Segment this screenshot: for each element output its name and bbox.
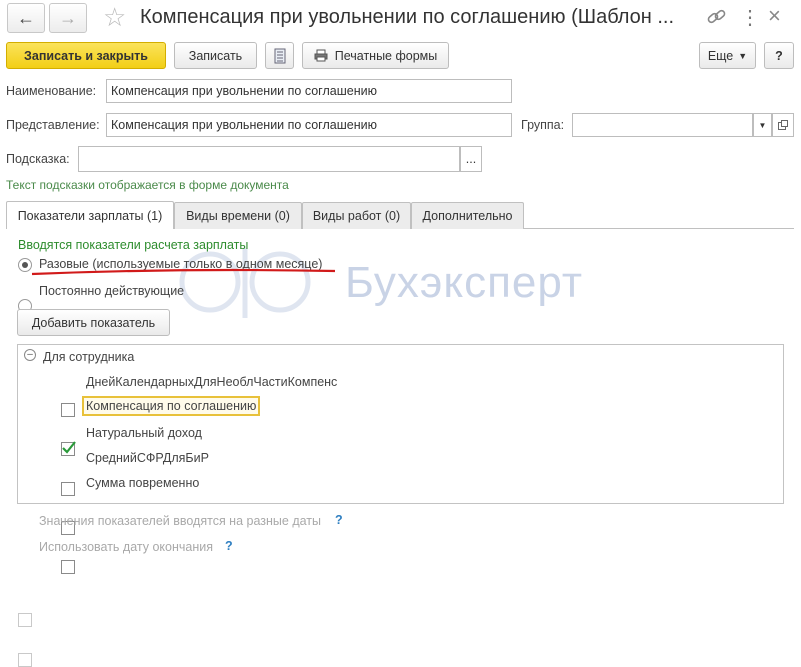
name-label: Наименование:	[6, 84, 97, 98]
more-label: Еще	[707, 48, 734, 63]
tab-work-types[interactable]: Виды работ (0)	[302, 202, 411, 229]
list-item: ДнейКалендарныхДляНеоблЧастиКомпенс	[86, 375, 338, 389]
radio-permanent-label[interactable]: Постоянно действующие	[39, 284, 184, 298]
group-label: Группа:	[521, 118, 565, 132]
more-vertical-icon[interactable]: ⋮	[740, 5, 760, 30]
end-date-checkbox[interactable]	[18, 653, 32, 667]
watermark: Бухэксперт	[345, 258, 584, 307]
hint-label: Подсказка:	[6, 152, 70, 166]
hint-note: Текст подсказки отображается в форме док…	[6, 178, 289, 192]
group-open-button[interactable]	[772, 113, 794, 137]
arrow-left-icon: ←	[17, 7, 35, 28]
group-dropdown-button[interactable]: ▼	[753, 113, 772, 137]
different-dates-checkbox[interactable]	[18, 613, 32, 627]
report-button[interactable]	[265, 42, 294, 69]
save-button[interactable]: Записать	[174, 42, 257, 69]
group-input[interactable]	[572, 113, 753, 137]
different-dates-label: Значения показателей вводятся на разные …	[39, 514, 322, 528]
document-list-icon	[274, 48, 285, 63]
name-input[interactable]: Компенсация при увольнении по соглашению	[106, 79, 512, 103]
group-employee-label: Для сотрудника	[43, 350, 135, 364]
tab-salary-indicators[interactable]: Показатели зарплаты (1)	[6, 201, 174, 229]
list-item: Натуральный доход	[86, 426, 202, 440]
checkmark-icon	[62, 441, 76, 454]
help-question-icon[interactable]: ?	[335, 513, 343, 527]
chevron-down-icon: ▼	[758, 120, 767, 130]
collapse-icon[interactable]: –	[24, 349, 36, 361]
section-title: Вводятся показатели расчета зарплаты	[18, 238, 249, 252]
arrow-right-icon: →	[59, 7, 77, 28]
tab-time-types[interactable]: Виды времени (0)	[174, 202, 302, 229]
more-button[interactable]: Еще ▼	[699, 42, 756, 69]
list-item-selected: Компенсация по соглашению	[82, 396, 261, 416]
red-underline	[31, 268, 336, 276]
representation-input[interactable]: Компенсация при увольнении по соглашению	[106, 113, 512, 137]
printer-icon	[314, 49, 328, 62]
print-forms-label: Печатные формы	[334, 48, 438, 63]
add-indicator-button[interactable]: Добавить показатель	[17, 309, 170, 336]
hint-input[interactable]	[78, 146, 460, 172]
back-button[interactable]: ←	[7, 3, 45, 33]
print-forms-button[interactable]: Печатные формы	[302, 42, 449, 69]
chevron-down-icon: ▼	[738, 50, 748, 61]
close-icon[interactable]: ×	[768, 3, 781, 29]
favorite-star-icon[interactable]: ☆	[103, 3, 126, 31]
end-date-label: Использовать дату окончания	[39, 540, 214, 554]
window-title: Компенсация при увольнении по соглашению…	[140, 6, 675, 28]
link-icon[interactable]	[706, 7, 728, 27]
hint-select-button[interactable]: ...	[460, 146, 482, 172]
help-button[interactable]: ?	[764, 42, 794, 69]
item-checkbox[interactable]	[61, 403, 75, 417]
list-item: Сумма повременно	[86, 476, 200, 490]
forward-button[interactable]: →	[49, 3, 87, 33]
item-checkbox[interactable]	[61, 482, 75, 496]
open-window-icon	[778, 120, 788, 130]
representation-label: Представление:	[6, 118, 100, 132]
item-checkbox[interactable]	[61, 441, 76, 456]
help-question-icon[interactable]: ?	[225, 539, 233, 553]
list-item: СреднийСФРДляБиР	[86, 451, 209, 465]
item-checkbox[interactable]	[61, 560, 75, 574]
save-and-close-button[interactable]: Записать и закрыть	[6, 42, 166, 69]
tab-additional[interactable]: Дополнительно	[411, 202, 524, 229]
